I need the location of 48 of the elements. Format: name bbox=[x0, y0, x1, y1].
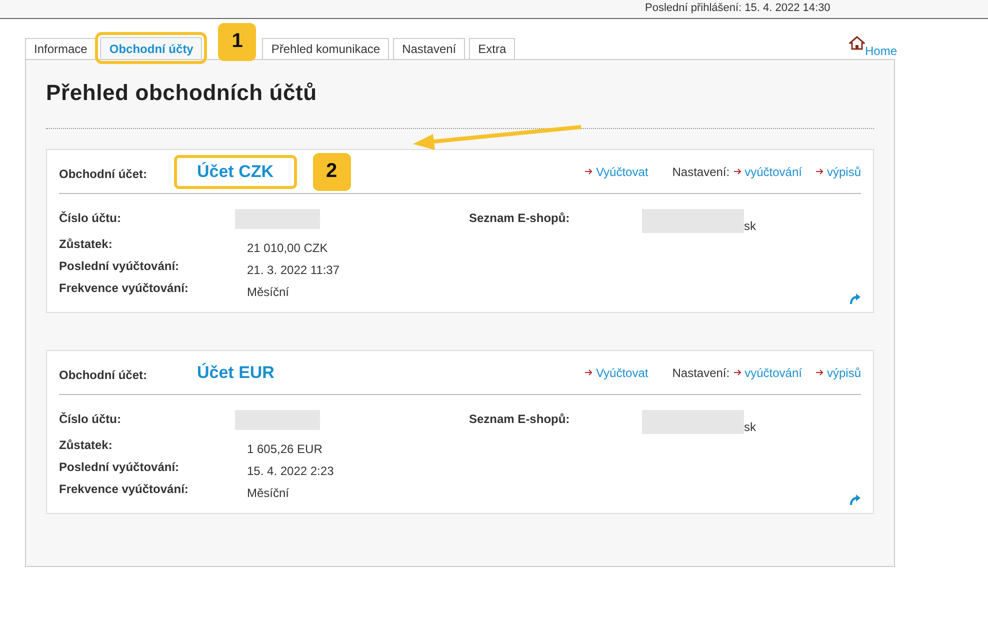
field-value: 15. 4. 2022 2:23 bbox=[247, 463, 335, 478]
settings-label: Nastavení: bbox=[672, 164, 730, 178]
settings-link[interactable]: výpisů bbox=[816, 164, 861, 178]
tab[interactable]: Nastavení bbox=[393, 38, 466, 59]
redo-arrow-icon[interactable] bbox=[849, 494, 861, 506]
field-value: 1 605,26 EUR bbox=[247, 441, 324, 456]
page-heading: Přehled obchodních účtů bbox=[46, 79, 318, 107]
step-badge: 2 bbox=[312, 152, 351, 190]
domain-suffix: sk bbox=[744, 219, 756, 233]
account-name: Účet EUR bbox=[196, 362, 276, 384]
settings-link[interactable]: vyúčtování bbox=[734, 366, 802, 380]
field-label: Seznam E-shopů: bbox=[469, 211, 571, 227]
bill-link[interactable]: Vyúčtovat bbox=[584, 164, 648, 178]
tab[interactable]: Přehled komunikace bbox=[262, 38, 390, 59]
arrow-icon bbox=[734, 168, 742, 175]
last-login-text: Poslední přihlášení: 15. 4. 2022 14:30 bbox=[645, 2, 830, 15]
field-label: Zůstatek: bbox=[59, 237, 114, 253]
field-label: Frekvence vyúčtování: bbox=[59, 281, 190, 297]
arrow-icon bbox=[816, 369, 824, 376]
tab[interactable]: Informace bbox=[25, 38, 96, 59]
field-label: Seznam E-shopů: bbox=[469, 412, 571, 428]
field-label: Číslo účtu: bbox=[59, 412, 122, 428]
account-name: Účet CZK bbox=[174, 154, 297, 188]
house-icon bbox=[848, 36, 865, 50]
field-value: Měsíční bbox=[247, 485, 290, 500]
arrow-icon bbox=[584, 168, 593, 175]
settings-link[interactable]: výpisů bbox=[816, 366, 861, 380]
settings-label: Nastavení: bbox=[672, 366, 730, 380]
redo-arrow-icon[interactable] bbox=[849, 293, 861, 305]
field-label: Číslo účtu: bbox=[59, 211, 122, 227]
field-label: Frekvence vyúčtování: bbox=[59, 482, 190, 498]
domain-suffix: sk bbox=[744, 420, 756, 434]
account-label: Obchodní účet: bbox=[59, 366, 148, 382]
arrow-icon bbox=[816, 168, 824, 175]
field-value: 21. 3. 2022 11:37 bbox=[247, 262, 341, 277]
arrow-icon bbox=[734, 369, 742, 376]
field-label: Poslední vyúčtování: bbox=[59, 460, 180, 476]
field-label: Poslední vyúčtování: bbox=[59, 259, 180, 275]
field-value: 21 010,00 CZK bbox=[247, 240, 329, 255]
field-label: Zůstatek: bbox=[59, 438, 114, 454]
settings-link[interactable]: vyúčtování bbox=[734, 164, 802, 178]
tab[interactable]: Extra bbox=[469, 38, 516, 59]
bill-link[interactable]: Vyúčtovat bbox=[584, 366, 648, 380]
arrow-icon bbox=[584, 369, 593, 376]
field-value: Měsíční bbox=[247, 284, 290, 299]
home-link[interactable]: Home bbox=[864, 44, 897, 59]
step-badge: 1 bbox=[218, 22, 256, 60]
account-label: Obchodní účet: bbox=[59, 166, 148, 180]
